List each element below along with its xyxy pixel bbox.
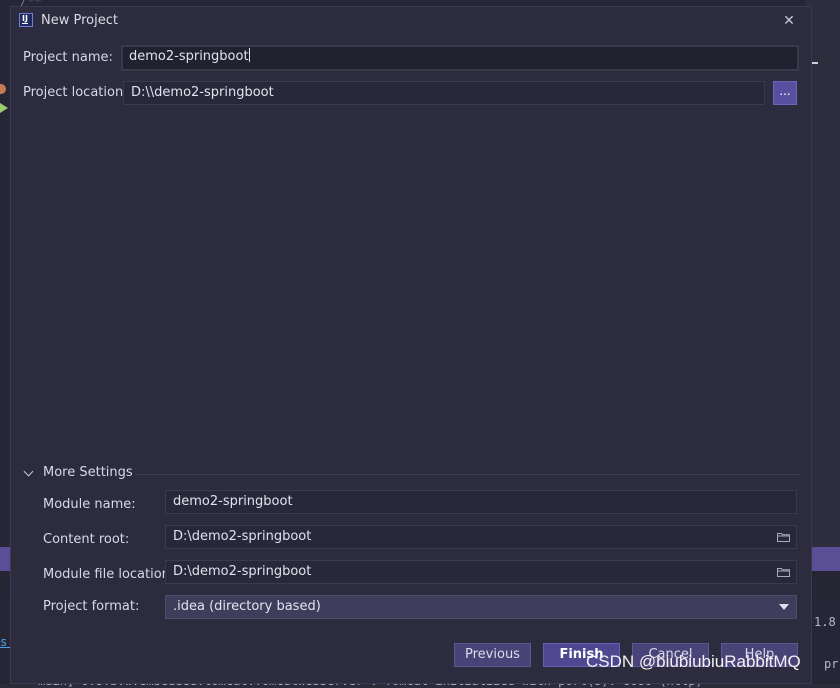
text-caret xyxy=(248,48,250,62)
project-name-label: Project name: xyxy=(23,50,113,65)
project-format-label: Project format: xyxy=(43,599,140,614)
ide-right-text-2: pr xyxy=(824,657,839,671)
project-location-input[interactable]: D:\\demo2-springboot xyxy=(123,81,765,105)
previous-button[interactable]: Previous xyxy=(454,643,531,667)
close-icon[interactable]: ✕ xyxy=(779,11,799,31)
module-name-label: Module name: xyxy=(43,497,136,512)
content-root-label: Content root: xyxy=(43,532,130,547)
folder-icon[interactable] xyxy=(777,532,790,542)
module-file-location-input[interactable]: D:\demo2-springboot xyxy=(165,560,797,584)
app-icon: IJ xyxy=(19,13,33,27)
browse-button[interactable]: ... xyxy=(773,81,797,105)
divider xyxy=(135,474,801,475)
content-root-value: D:\demo2-springboot xyxy=(173,529,312,544)
new-project-dialog: IJ New Project ✕ Project name: demo2-spr… xyxy=(10,6,812,684)
more-settings-label: More Settings xyxy=(43,465,133,480)
ide-right-dash xyxy=(812,62,818,64)
dialog-titlebar: IJ New Project ✕ xyxy=(11,7,811,37)
module-name-input[interactable]: demo2-springboot xyxy=(165,490,797,514)
folder-icon[interactable] xyxy=(777,567,790,577)
more-settings-toggle[interactable]: More Settings xyxy=(23,465,801,483)
project-name-input[interactable]: demo2-springboot xyxy=(121,45,799,71)
project-format-value: .idea (directory based) xyxy=(173,599,321,614)
run-gutter-icon xyxy=(0,103,8,113)
project-name-value: demo2-springboot xyxy=(129,49,249,64)
module-file-location-label: Module file location: xyxy=(43,567,175,582)
project-location-label: Project location: xyxy=(23,85,128,100)
chevron-down-icon xyxy=(23,466,34,477)
dialog-title: New Project xyxy=(41,13,118,28)
ide-right-text: 1.8 xyxy=(814,615,836,629)
project-format-select[interactable]: .idea (directory based) xyxy=(165,595,797,619)
watermark: CSDN @biubiubiuRabbitMQ xyxy=(586,652,801,671)
dropdown-arrow-icon xyxy=(779,604,789,610)
content-root-input[interactable]: D:\demo2-springboot xyxy=(165,525,797,549)
module-file-location-value: D:\demo2-springboot xyxy=(173,564,312,579)
